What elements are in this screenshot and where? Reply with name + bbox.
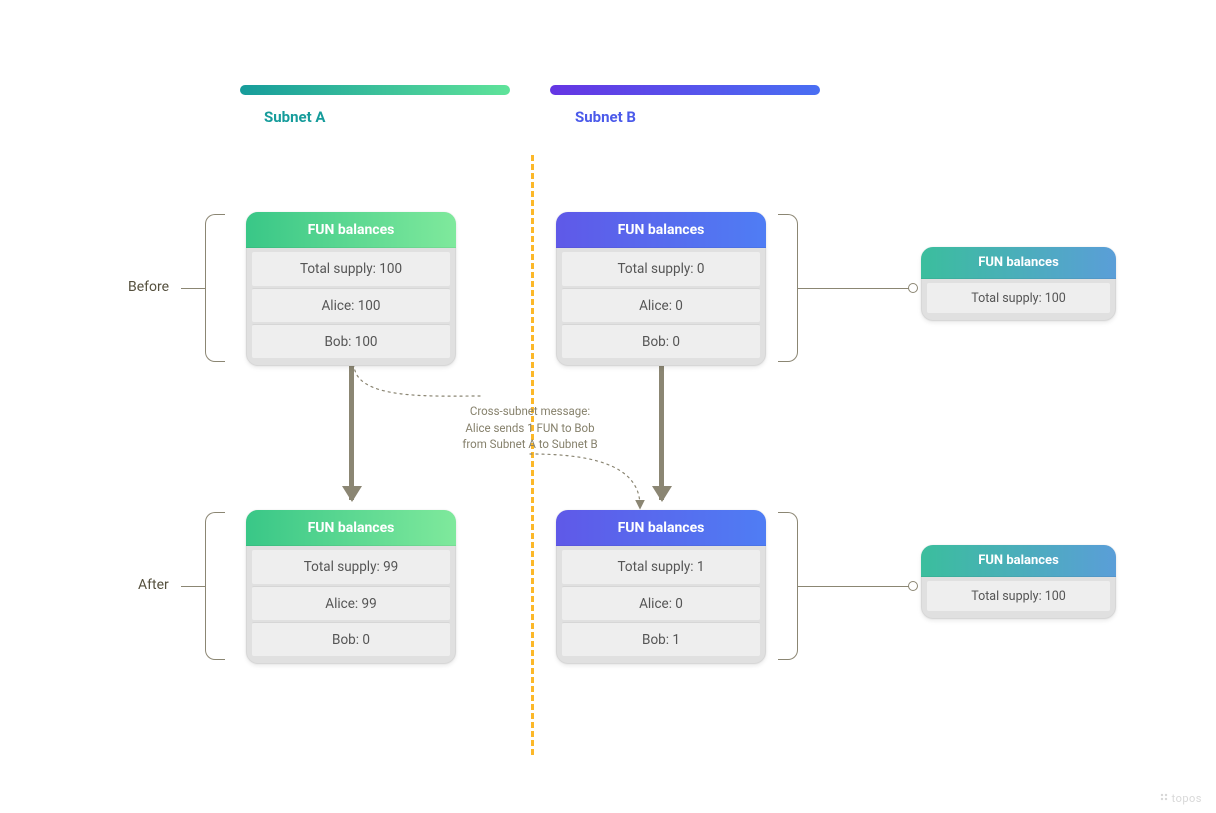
card-title: FUN balances	[921, 247, 1116, 279]
dotted-curve-in	[524, 448, 664, 518]
bracket-before-right	[778, 214, 798, 362]
row-alice: Alice: 100	[252, 288, 450, 322]
bracket-tick-before	[181, 288, 205, 289]
row-bob: Bob: 100	[252, 324, 450, 358]
row-bob: Bob: 1	[562, 622, 760, 656]
bracket-before-left	[205, 214, 225, 362]
row-total-supply: Total supply: 99	[252, 550, 450, 584]
connector-before-summary	[798, 288, 910, 289]
message-line2: Alice sends 1 FUN to Bob	[400, 420, 660, 437]
card-title: FUN balances	[246, 510, 456, 546]
card-summary-after: FUN balances Total supply: 100	[921, 545, 1116, 619]
row-alice: Alice: 0	[562, 586, 760, 620]
card-title: FUN balances	[556, 510, 766, 546]
card-after-subnet-a: FUN balances Total supply: 99 Alice: 99 …	[246, 510, 456, 664]
subnet-divider	[531, 155, 534, 755]
card-before-subnet-a: FUN balances Total supply: 100 Alice: 10…	[246, 212, 456, 366]
row-total-supply: Total supply: 100	[927, 581, 1110, 611]
connector-dot-after	[908, 581, 918, 591]
row-alice: Alice: 0	[562, 288, 760, 322]
subnet-a-bar	[240, 85, 510, 95]
diagram-stage: Subnet A Subnet B Before After Cross-sub…	[0, 0, 1216, 813]
row-total-supply: Total supply: 1	[562, 550, 760, 584]
subnet-b-label: Subnet B	[575, 108, 636, 126]
card-title: FUN balances	[246, 212, 456, 248]
label-before: Before	[128, 279, 169, 295]
bracket-tick-after	[181, 586, 205, 587]
row-total-supply: Total supply: 0	[562, 252, 760, 286]
subnet-b-bar	[550, 85, 820, 95]
arrow-subnet-a	[349, 366, 354, 500]
message-line3: from Subnet A to Subnet B	[400, 436, 660, 453]
card-after-subnet-b: FUN balances Total supply: 1 Alice: 0 Bo…	[556, 510, 766, 664]
row-total-supply: Total supply: 100	[927, 283, 1110, 313]
card-title: FUN balances	[921, 545, 1116, 577]
row-total-supply: Total supply: 100	[252, 252, 450, 286]
message-line1: Cross-subnet message:	[400, 403, 660, 420]
connector-after-summary	[798, 586, 910, 587]
bracket-after-left	[205, 512, 225, 660]
row-alice: Alice: 99	[252, 586, 450, 620]
row-bob: Bob: 0	[562, 324, 760, 358]
bracket-after-right	[778, 512, 798, 660]
watermark: topos	[1160, 792, 1202, 805]
label-after: After	[138, 577, 169, 593]
card-summary-before: FUN balances Total supply: 100	[921, 247, 1116, 321]
card-before-subnet-b: FUN balances Total supply: 0 Alice: 0 Bo…	[556, 212, 766, 366]
card-title: FUN balances	[556, 212, 766, 248]
row-bob: Bob: 0	[252, 622, 450, 656]
connector-dot-before	[908, 283, 918, 293]
subnet-a-label: Subnet A	[264, 108, 325, 126]
cross-subnet-message: Cross-subnet message: Alice sends 1 FUN …	[400, 403, 660, 453]
